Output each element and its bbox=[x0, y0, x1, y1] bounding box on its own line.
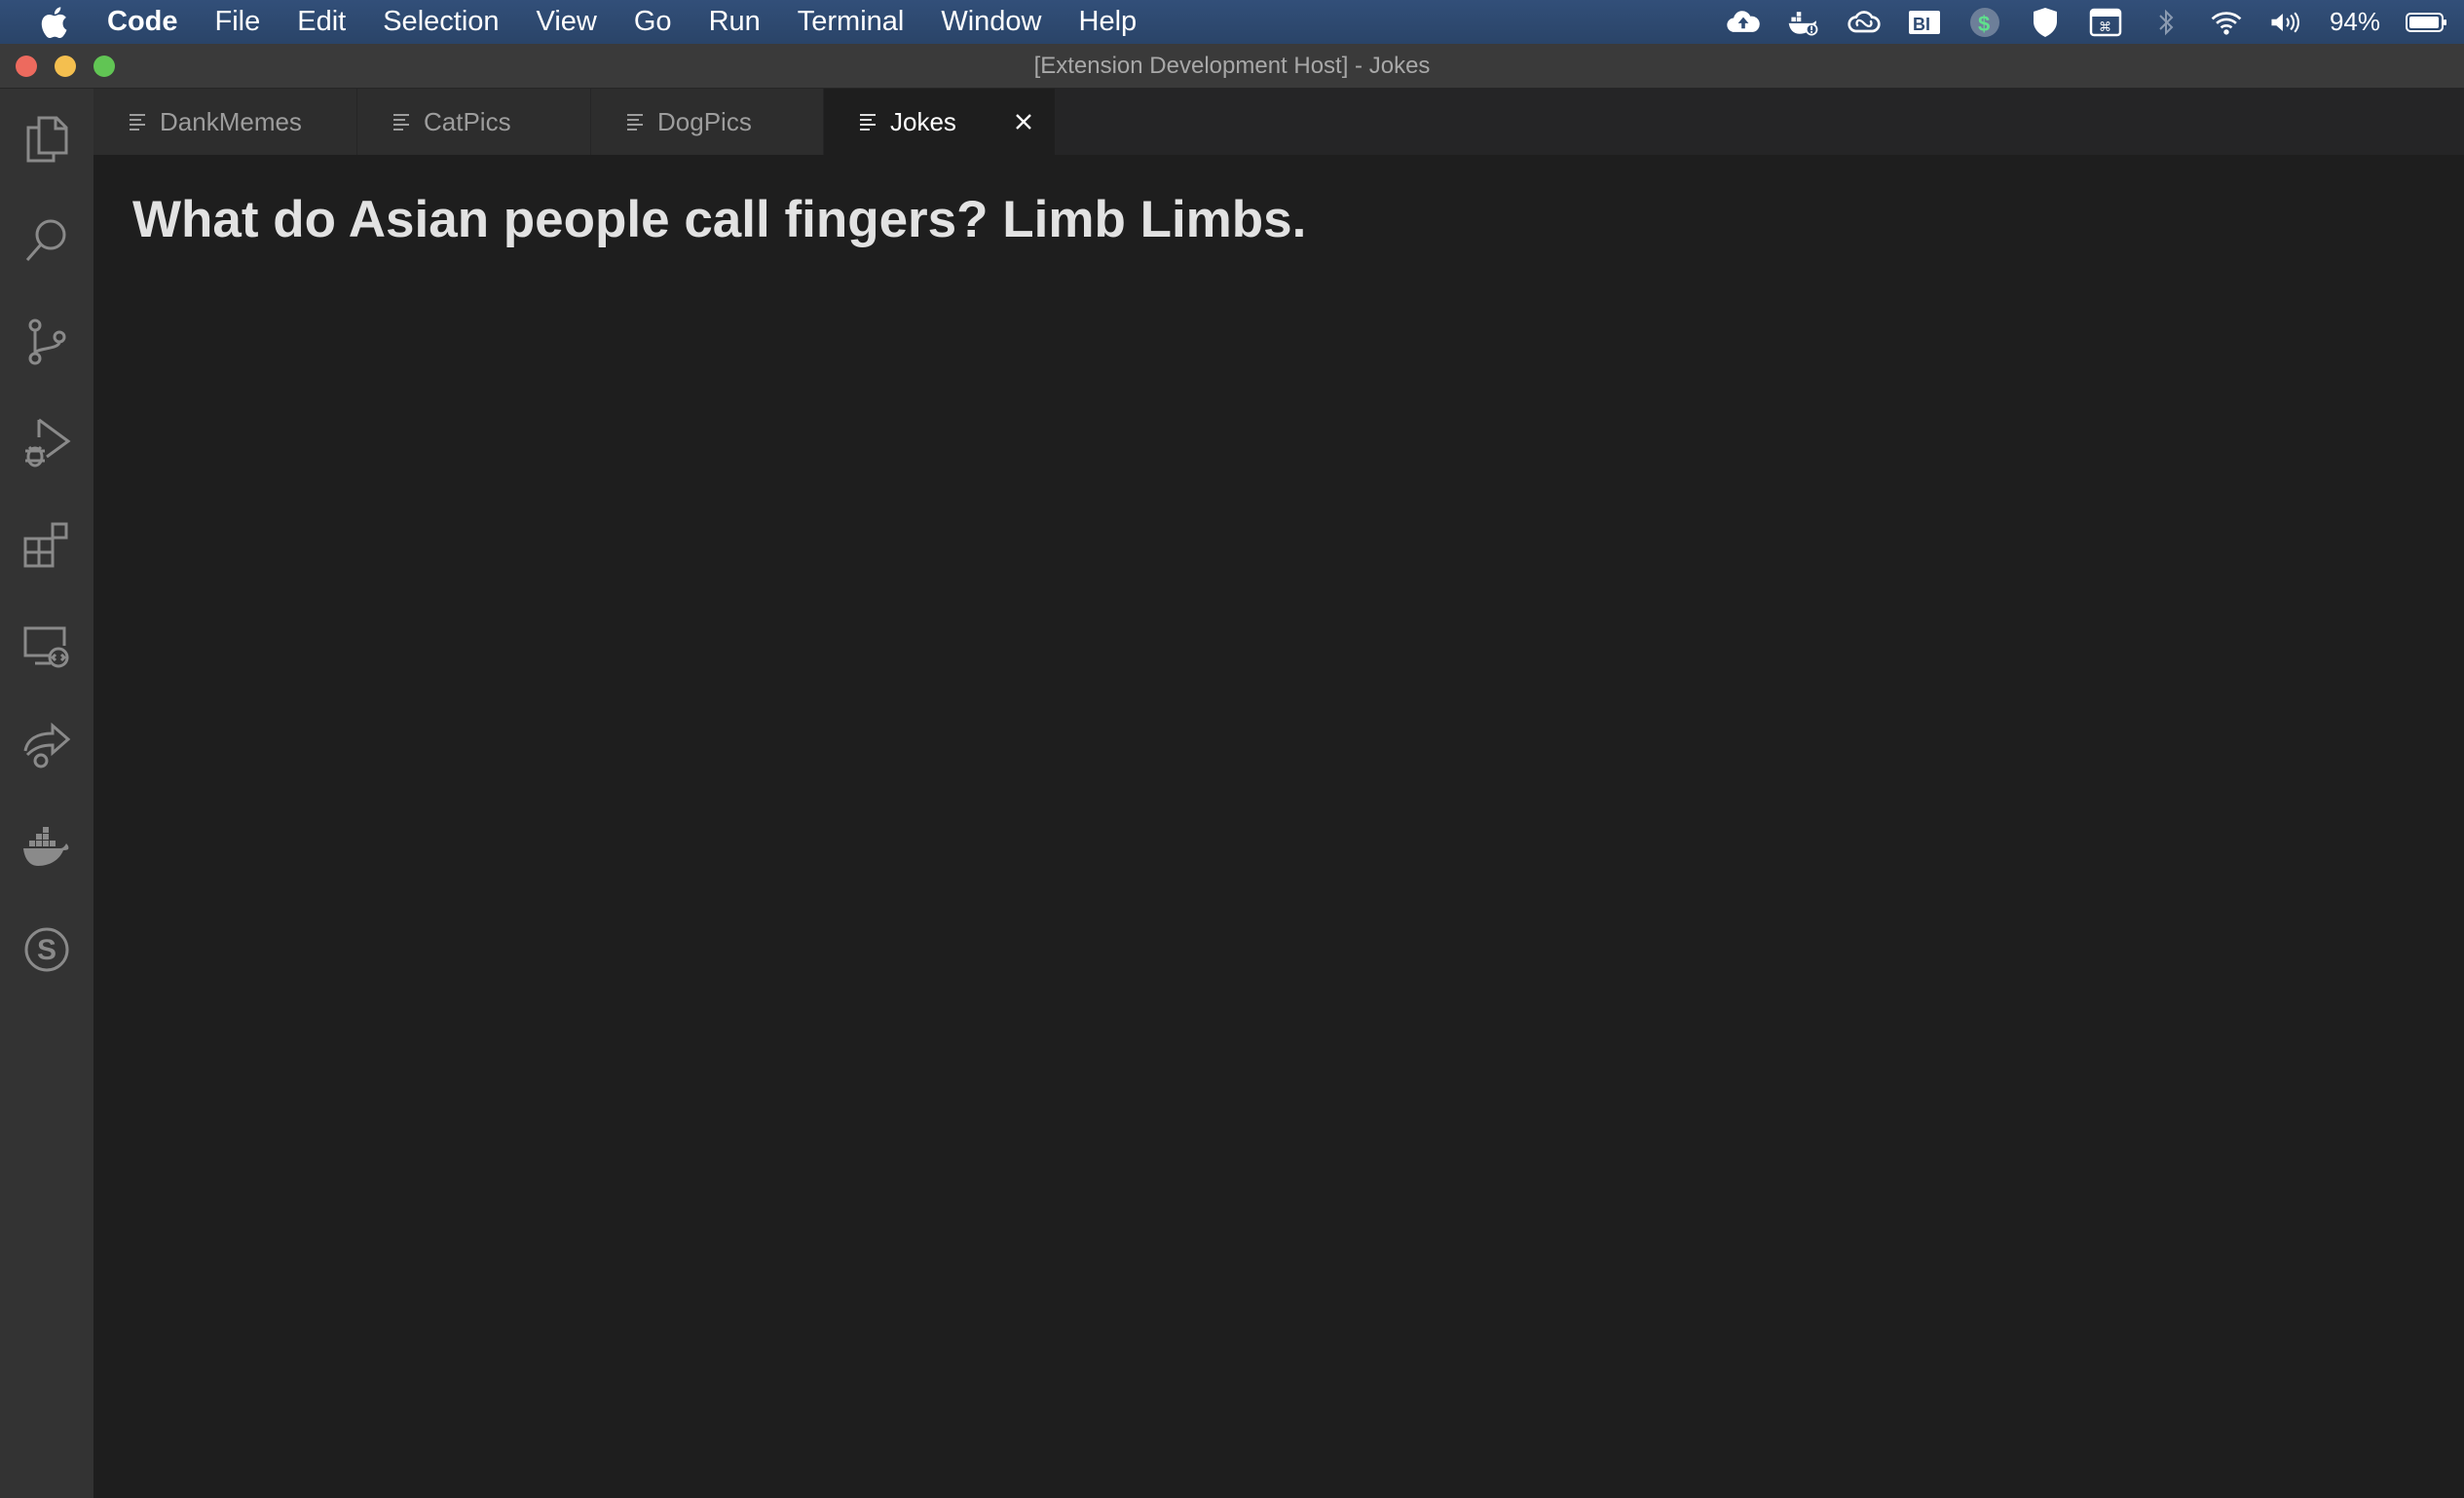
battery-percentage: 94% bbox=[2329, 7, 2380, 36]
app-menu-code[interactable]: Code bbox=[107, 6, 178, 38]
live-share-icon[interactable] bbox=[0, 696, 93, 798]
tab-dogpics[interactable]: DogPics bbox=[591, 89, 824, 155]
docker-icon[interactable] bbox=[0, 798, 93, 899]
tab-jokes[interactable]: Jokes bbox=[824, 89, 1056, 155]
run-debug-icon[interactable] bbox=[0, 393, 93, 494]
dollar-icon[interactable]: $ bbox=[1967, 5, 2002, 40]
sourcegraph-icon[interactable]: S bbox=[0, 899, 93, 1000]
bluetooth-icon[interactable] bbox=[2148, 5, 2184, 40]
joke-heading: What do Asian people call fingers? Limb … bbox=[132, 191, 1307, 248]
tab-label: DankMemes bbox=[160, 106, 302, 136]
svg-text:$: $ bbox=[1978, 12, 1990, 36]
webview-panel: What do Asian people call fingers? Limb … bbox=[93, 155, 2464, 1498]
search-icon[interactable] bbox=[0, 190, 93, 291]
macos-menu-bar: Code File Edit Selection View Go Run Ter… bbox=[0, 0, 2464, 44]
keyboard-icon[interactable]: ⌘ bbox=[2088, 5, 2123, 40]
status-menu-area: BI $ ⌘ 94% bbox=[1726, 0, 2464, 44]
tab-catpics[interactable]: CatPics bbox=[357, 89, 591, 155]
tab-dankmemes[interactable]: DankMemes bbox=[93, 89, 357, 155]
volume-icon[interactable] bbox=[2269, 5, 2304, 40]
menu-help[interactable]: Help bbox=[1079, 6, 1138, 38]
tab-label: DogPics bbox=[657, 106, 752, 136]
tab-label: CatPics bbox=[424, 106, 511, 136]
menu-terminal[interactable]: Terminal bbox=[798, 6, 905, 38]
bi-icon[interactable]: BI bbox=[1907, 5, 1942, 40]
menu-run[interactable]: Run bbox=[709, 6, 761, 38]
wifi-icon[interactable] bbox=[2209, 5, 2244, 40]
window-title-bar: [Extension Development Host] - Jokes bbox=[0, 44, 2464, 89]
svg-text:⌘: ⌘ bbox=[2099, 20, 2111, 35]
menu-edit[interactable]: Edit bbox=[297, 6, 346, 38]
source-control-icon[interactable] bbox=[0, 291, 93, 393]
svg-text:S: S bbox=[37, 934, 56, 966]
tab-label: Jokes bbox=[890, 106, 956, 136]
docker-icon[interactable] bbox=[1786, 5, 1821, 40]
cloud-upload-icon[interactable] bbox=[1726, 5, 1761, 40]
preview-file-icon bbox=[626, 113, 646, 131]
apple-menu-icon[interactable] bbox=[0, 6, 107, 39]
battery-icon[interactable] bbox=[2406, 5, 2448, 40]
menu-view[interactable]: View bbox=[537, 6, 597, 38]
editor-tab-bar: DankMemes CatPics DogPics Jokes bbox=[93, 89, 2464, 155]
shield-icon[interactable] bbox=[2028, 5, 2063, 40]
menu-go[interactable]: Go bbox=[634, 6, 672, 38]
preview-file-icon bbox=[392, 113, 412, 131]
window-title: [Extension Development Host] - Jokes bbox=[1033, 53, 1431, 79]
menu-window[interactable]: Window bbox=[941, 6, 1041, 38]
explorer-icon[interactable] bbox=[0, 89, 93, 190]
preview-file-icon bbox=[129, 113, 148, 131]
activity-bar: S bbox=[0, 89, 93, 1498]
svg-text:BI: BI bbox=[1913, 15, 1930, 34]
close-tab-icon[interactable] bbox=[1010, 108, 1037, 135]
menu-file[interactable]: File bbox=[215, 6, 261, 38]
creative-cloud-icon[interactable] bbox=[1847, 5, 1882, 40]
menu-selection[interactable]: Selection bbox=[383, 6, 499, 38]
remote-explorer-icon[interactable] bbox=[0, 595, 93, 696]
extensions-icon[interactable] bbox=[0, 494, 93, 595]
preview-file-icon bbox=[859, 113, 878, 131]
